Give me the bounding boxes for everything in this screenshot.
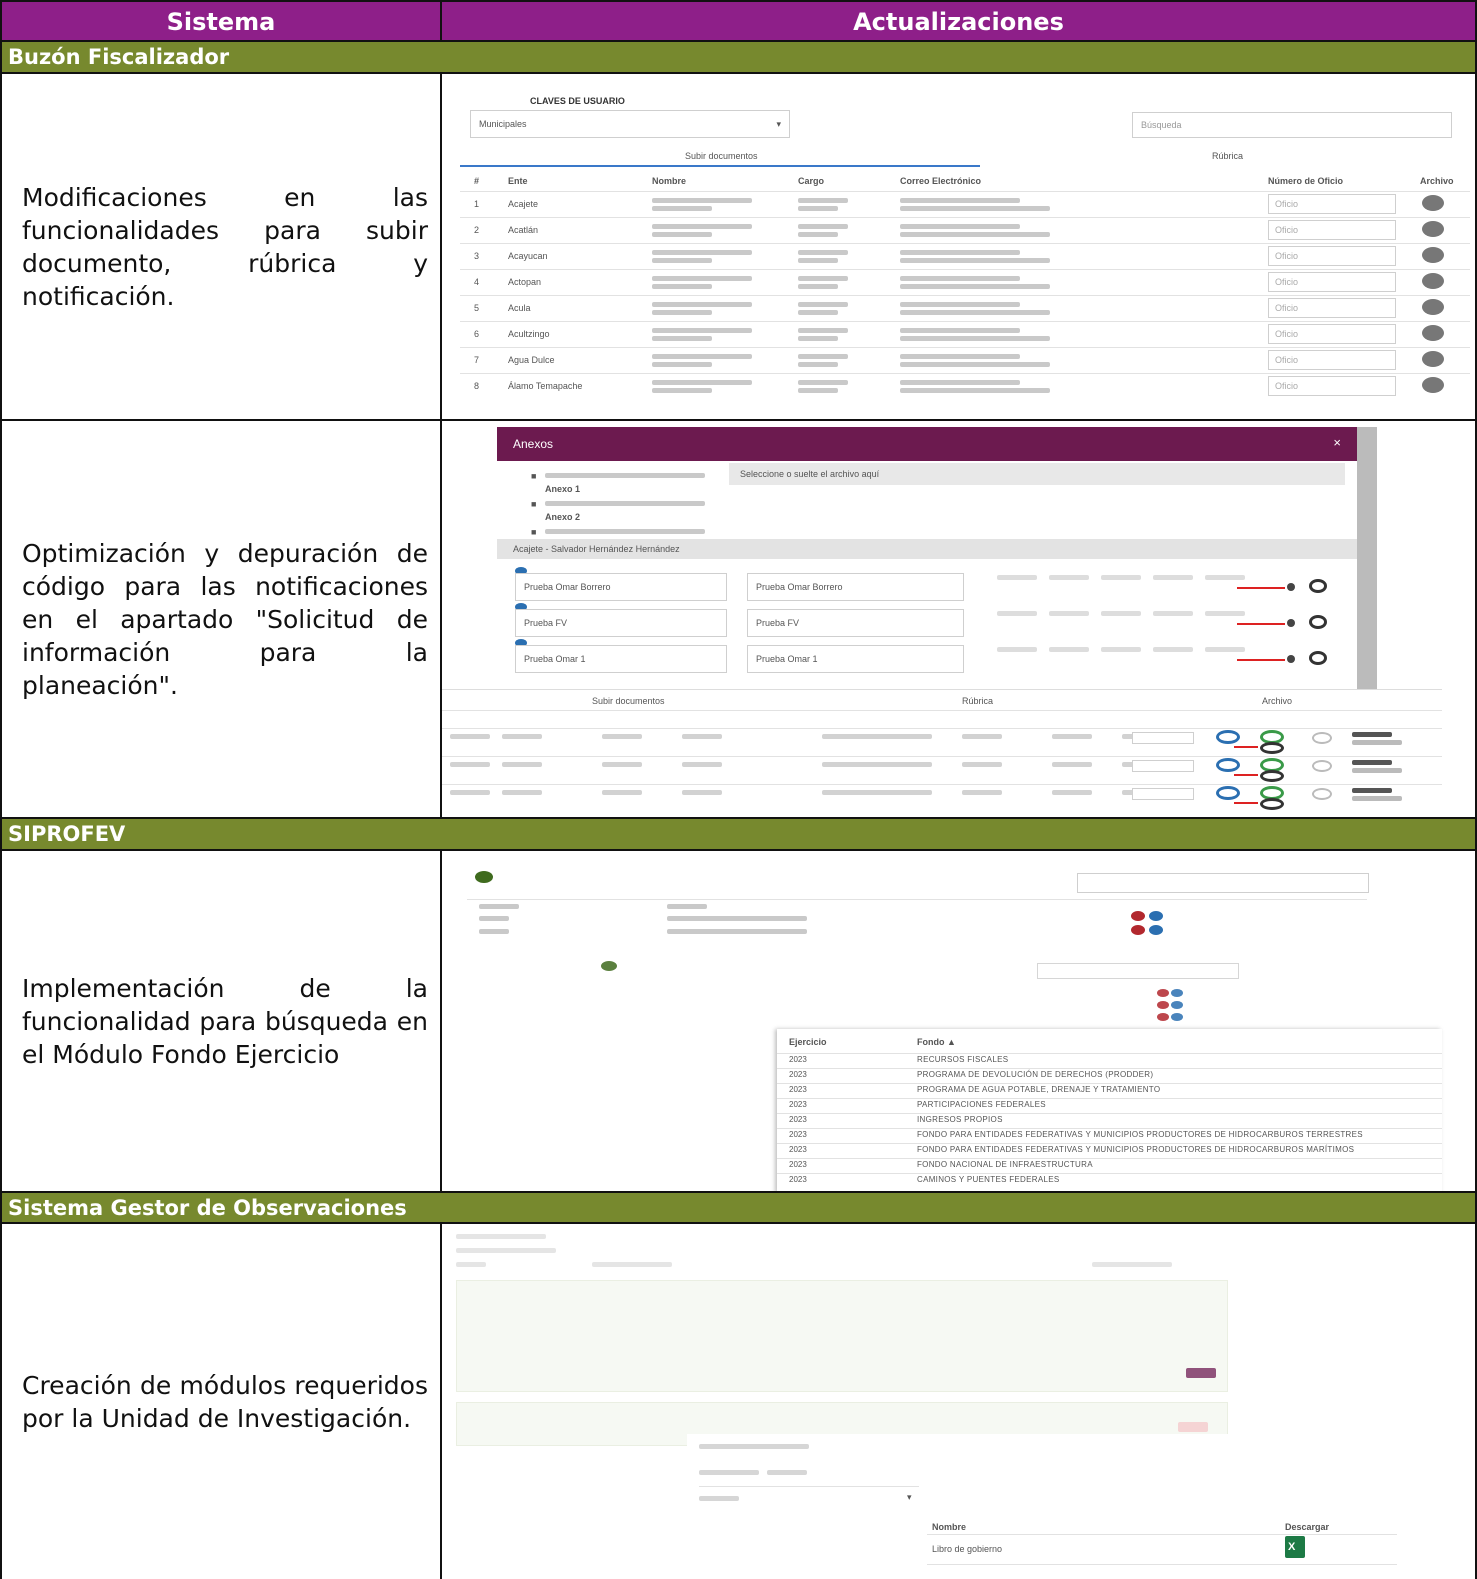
oficio-input[interactable]: Oficio [1268, 246, 1396, 266]
row-description: Implementación de la funcionalidad para … [22, 973, 428, 1069]
table-row: Implementación de la funcionalidad para … [0, 851, 1477, 1193]
chevron-down-icon: ▾ [907, 1492, 912, 1502]
chevron-down-icon: ▾ [776, 119, 781, 129]
ejercicio-cell: 2023 [789, 1055, 807, 1064]
ente-name: Actopan [508, 277, 542, 287]
row-description: Modificaciones en las funcionalidades pa… [22, 182, 428, 311]
upload-icon[interactable] [1422, 325, 1444, 341]
screenshot-fondos-front: Ejercicio Fondo ▲ 2023 RECURSOS FISCALES 2… [777, 1029, 1442, 1191]
dropzone[interactable]: Seleccione o suelte el archivo aquí [729, 463, 1345, 485]
oficio-input[interactable]: Oficio [1268, 298, 1396, 318]
tab-subir-documentos[interactable]: Subir documentos [685, 151, 758, 161]
ente-name: Acatlán [508, 225, 539, 235]
ente-name: Acula [508, 303, 531, 313]
fondo-cell: FONDO PARA ENTIDADES FEDERATIVAS Y MUNIC… [917, 1145, 1355, 1154]
upload-icon[interactable] [1422, 273, 1444, 289]
screenshot-gestor-front: ▾ Nombre Descargar Libro de gobierno X [687, 1434, 1447, 1574]
upload-icon[interactable] [1422, 195, 1444, 211]
screenshot-gestor-back [452, 1226, 1232, 1456]
modal-header: Anexos × [497, 427, 1357, 461]
fondo-cell: INGRESOS PROPIOS [917, 1115, 1003, 1124]
upload-icon[interactable] [1422, 299, 1444, 315]
screenshot-cell: Anexos × ■ Anexo 1 Seleccione o suelte e… [442, 421, 1475, 817]
fondo-cell: FONDO NACIONAL DE INFRAESTRUCTURA [917, 1160, 1093, 1169]
row-index: 4 [474, 277, 480, 287]
screenshot-cell: CLAVES DE USUARIO Municipales ▾ Búsqueda… [442, 74, 1475, 419]
row-index: 2 [474, 225, 480, 235]
search-input[interactable]: Búsqueda [1132, 112, 1452, 138]
oficio-input[interactable]: Oficio [1268, 220, 1396, 240]
row-index: 1 [474, 199, 480, 209]
fondo-cell: PROGRAMA DE AGUA POTABLE, DRENAJE Y TRAT… [917, 1085, 1161, 1094]
row-index: 7 [474, 355, 480, 365]
table-row: Modificaciones en las funcionalidades pa… [0, 74, 1477, 421]
upload-icon[interactable] [1422, 247, 1444, 263]
tab-rubrica[interactable]: Rúbrica [1212, 151, 1243, 161]
observation-field[interactable]: Prueba Omar Borrero [747, 573, 964, 601]
folder-icon: ■ [531, 527, 537, 537]
screenshot-title: CLAVES DE USUARIO [530, 96, 625, 106]
ente-select[interactable]: Municipales ▾ [470, 110, 790, 138]
screenshot-cell: ▾ Nombre Descargar Libro de gobierno X [442, 1224, 1475, 1579]
table-row: Creación de módulos requeridos por la Un… [0, 1224, 1477, 1579]
eye-icon[interactable] [1309, 615, 1327, 629]
ejercicio-cell: 2023 [789, 1160, 807, 1169]
ente-name: Acajete [508, 199, 539, 209]
row-description: Creación de módulos requeridos por la Un… [22, 1370, 428, 1433]
oficio-input[interactable]: Oficio [1268, 194, 1396, 214]
ejercicio-cell: 2023 [789, 1070, 807, 1079]
entry-field[interactable]: Prueba FV [515, 609, 727, 637]
screenshot-claves-usuario: CLAVES DE USUARIO Municipales ▾ Búsqueda… [460, 88, 1472, 410]
ente-name: Acayucan [508, 251, 548, 261]
section-sistema-gestor-observaciones: Sistema Gestor de Observaciones [0, 1193, 1477, 1224]
screenshot-cell: Ejercicio Fondo ▲ 2023 RECURSOS FISCALES 2… [442, 851, 1475, 1191]
row-index: 6 [474, 329, 480, 339]
entry-field[interactable]: Prueba Omar Borrero [515, 573, 727, 601]
screenshot-fondos-back [467, 869, 1377, 947]
eye-icon[interactable] [1309, 651, 1327, 665]
eye-icon[interactable] [1309, 579, 1327, 593]
screenshot-rubrica-table: Subir documentos Rúbrica Archivo [442, 689, 1442, 817]
oficio-input[interactable]: Oficio [1268, 376, 1396, 396]
folder-icon: ■ [531, 499, 537, 509]
oficio-input[interactable]: Oficio [1268, 350, 1396, 370]
header-sistema: Sistema [2, 2, 442, 42]
observation-field[interactable]: Prueba Omar 1 [747, 645, 964, 673]
updates-table: Sistema Actualizaciones Buzón Fiscalizad… [0, 0, 1477, 1579]
fondo-cell: CAMINOS Y PUENTES FEDERALES [917, 1175, 1060, 1184]
fondo-cell: PROGRAMA DE DEVOLUCIÓN DE DERECHOS (PROD… [917, 1070, 1154, 1079]
ejercicio-cell: 2023 [789, 1130, 807, 1139]
excel-download-icon[interactable]: X [1285, 1536, 1305, 1558]
observation-field[interactable]: Prueba FV [747, 609, 964, 637]
row-index: 8 [474, 381, 480, 391]
ejercicio-cell: 2023 [789, 1085, 807, 1094]
table-row: Optimización y depuración de código para… [0, 421, 1477, 819]
entry-field[interactable]: Prueba Omar 1 [515, 645, 727, 673]
section-buzon-fiscalizador: Buzón Fiscalizador [0, 42, 1477, 74]
ente-name: Acultzingo [508, 329, 550, 339]
ejercicio-cell: 2023 [789, 1100, 807, 1109]
header-actualizaciones: Actualizaciones [853, 8, 1064, 36]
upload-icon[interactable] [1422, 351, 1444, 367]
row-index: 3 [474, 251, 480, 261]
row-description: Optimización y depuración de código para… [22, 538, 428, 700]
ente-name: Álamo Temapache [508, 381, 583, 391]
table-header: Sistema Actualizaciones [0, 0, 1477, 42]
fondo-cell: RECURSOS FISCALES [917, 1055, 1009, 1064]
fondo-cell: PARTICIPACIONES FEDERALES [917, 1100, 1046, 1109]
close-icon[interactable]: × [1333, 435, 1341, 450]
ejercicio-cell: 2023 [789, 1145, 807, 1154]
ejercicio-cell: 2023 [789, 1175, 807, 1184]
screenshot-anexos-modal: Anexos × ■ Anexo 1 Seleccione o suelte e… [497, 427, 1377, 689]
oficio-input[interactable]: Oficio [1268, 272, 1396, 292]
ejercicio-cell: 2023 [789, 1115, 807, 1124]
upload-icon[interactable] [1422, 377, 1444, 393]
fondo-cell: FONDO PARA ENTIDADES FEDERATIVAS Y MUNIC… [917, 1130, 1363, 1139]
section-siprofev: SIPROFEV [0, 819, 1477, 851]
row-index: 5 [474, 303, 480, 313]
upload-icon[interactable] [1422, 221, 1444, 237]
folder-icon: ■ [531, 471, 537, 481]
ente-name: Agua Dulce [508, 355, 555, 365]
oficio-input[interactable]: Oficio [1268, 324, 1396, 344]
